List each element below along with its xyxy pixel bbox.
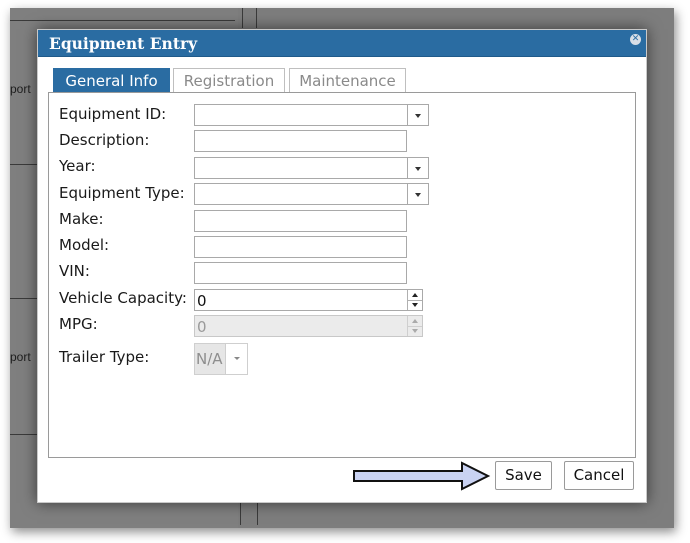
background-label: port xyxy=(10,350,31,364)
description-label: Description: xyxy=(59,131,150,149)
equipment-id-label: Equipment ID: xyxy=(59,105,167,123)
save-button[interactable]: Save xyxy=(495,461,552,490)
equipment-type-combobox[interactable] xyxy=(194,183,429,205)
background-divider xyxy=(10,434,40,435)
spinner xyxy=(407,316,422,336)
chevron-down-icon[interactable] xyxy=(407,184,428,204)
trailer-type-value: N/A xyxy=(196,350,223,368)
equipment-type-label: Equipment Type: xyxy=(59,184,185,202)
description-input[interactable] xyxy=(194,130,407,152)
background-divider xyxy=(256,8,257,28)
dialog-title-bar: Equipment Entry ✕ xyxy=(38,30,646,57)
arrow-right-icon xyxy=(353,461,491,491)
close-icon[interactable]: ✕ xyxy=(630,34,641,45)
background-label: port xyxy=(10,82,31,96)
vehicle-capacity-value: 0 xyxy=(197,292,207,310)
model-input[interactable] xyxy=(194,236,407,258)
spin-down-icon[interactable] xyxy=(408,300,422,310)
background-divider xyxy=(242,8,243,28)
chevron-down-icon xyxy=(225,344,247,374)
year-label: Year: xyxy=(59,157,96,175)
background-divider xyxy=(10,298,40,299)
cancel-button[interactable]: Cancel xyxy=(564,461,634,490)
mpg-value: 0 xyxy=(197,318,207,336)
tab-registration[interactable]: Registration xyxy=(173,68,285,92)
background-divider xyxy=(240,503,241,525)
trailer-type-dropdown: N/A xyxy=(194,343,248,375)
vehicle-capacity-label: Vehicle Capacity: xyxy=(59,289,187,307)
trailer-type-label: Trailer Type: xyxy=(59,348,150,366)
year-combobox[interactable] xyxy=(194,157,429,179)
background-divider xyxy=(10,164,40,165)
vehicle-capacity-stepper[interactable]: 0 xyxy=(194,289,423,311)
chevron-down-icon[interactable] xyxy=(407,105,428,125)
mpg-label: MPG: xyxy=(59,315,98,333)
spin-down-icon xyxy=(408,326,422,336)
make-input[interactable] xyxy=(194,210,407,232)
model-label: Model: xyxy=(59,236,110,254)
vin-input[interactable] xyxy=(194,262,407,284)
equipment-id-combobox[interactable] xyxy=(194,104,429,126)
dialog-title: Equipment Entry xyxy=(49,34,198,53)
vin-label: VIN: xyxy=(59,262,90,280)
make-label: Make: xyxy=(59,210,104,228)
equipment-entry-dialog: Equipment Entry ✕ General Info Registrat… xyxy=(37,29,647,503)
tab-maintenance[interactable]: Maintenance xyxy=(289,68,406,92)
spinner xyxy=(407,290,422,310)
mpg-stepper: 0 xyxy=(194,315,423,337)
background-divider xyxy=(257,503,258,525)
chevron-down-icon[interactable] xyxy=(407,158,428,178)
tab-general-info[interactable]: General Info xyxy=(53,68,170,93)
background-divider xyxy=(10,20,235,21)
